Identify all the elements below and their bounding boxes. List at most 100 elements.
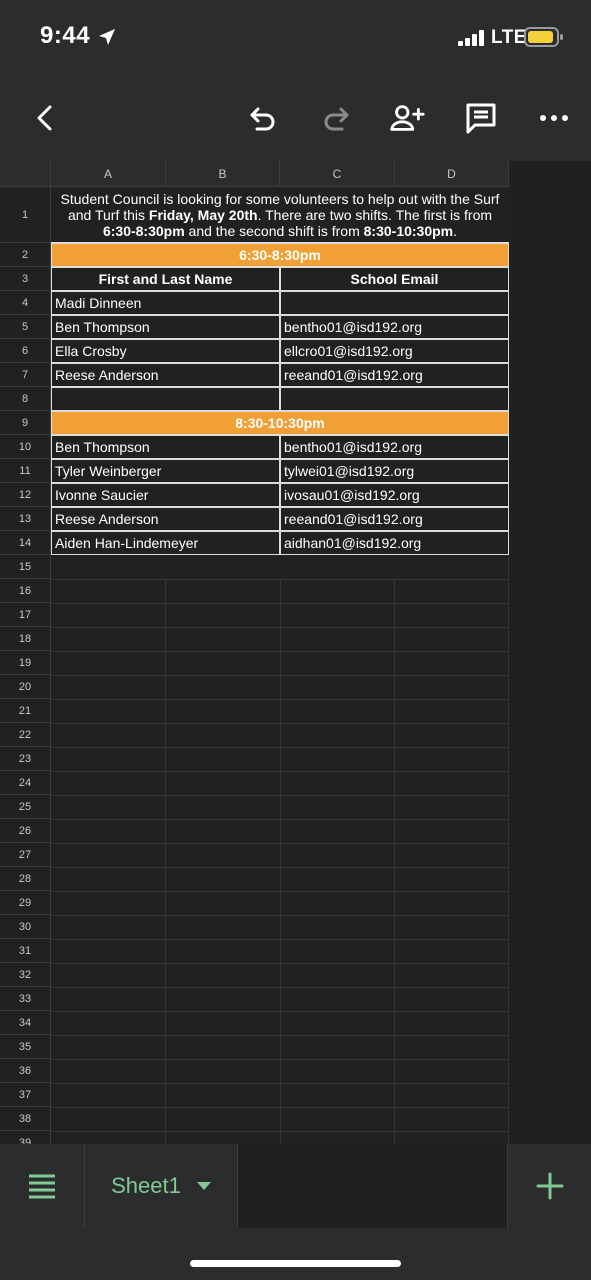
volunteer-name-cell[interactable]: Ella Crosby [51, 339, 280, 363]
volunteer-name-cell[interactable]: Madi Dinneen [51, 291, 280, 315]
column-header-d[interactable]: D [395, 161, 509, 187]
row-header[interactable]: 10 [0, 435, 51, 459]
status-bar: 9:44 LTE [0, 0, 591, 76]
row-header[interactable]: 2 [0, 243, 51, 267]
row-header[interactable]: 24 [0, 771, 51, 795]
row-header[interactable]: 32 [0, 963, 51, 987]
row-header[interactable]: 3 [0, 267, 51, 291]
volunteer-email-cell[interactable]: reeand01@isd192.org [280, 363, 509, 387]
row-header[interactable]: 36 [0, 1059, 51, 1083]
row-header[interactable]: 1 [0, 187, 51, 243]
intro-shift-one: 6:30-8:30pm [102, 223, 185, 239]
row-header[interactable]: 35 [0, 1035, 51, 1059]
column-header-a[interactable]: A [51, 161, 166, 187]
email-column-header[interactable]: School Email [280, 267, 509, 291]
network-type: LTE [491, 27, 527, 48]
volunteer-email-cell[interactable]: ellcro01@isd192.org [280, 339, 509, 363]
row-header[interactable]: 18 [0, 627, 51, 651]
row-header[interactable]: 11 [0, 459, 51, 483]
row-header[interactable]: 21 [0, 699, 51, 723]
home-indicator[interactable] [190, 1260, 401, 1267]
volunteer-name-cell[interactable]: Aiden Han-Lindemeyer [51, 531, 280, 555]
intro-text: . [453, 223, 458, 239]
row-header[interactable]: 4 [0, 291, 51, 315]
volunteer-name-cell[interactable]: Ivonne Saucier [51, 483, 280, 507]
row-header[interactable]: 5 [0, 315, 51, 339]
volunteer-name-cell[interactable] [51, 387, 280, 411]
comment-icon[interactable] [463, 100, 499, 136]
sheet-list-icon[interactable] [0, 1144, 85, 1228]
cell-area[interactable]: Student Council is looking for some volu… [51, 187, 509, 1144]
status-time: 9:44 [40, 22, 91, 49]
volunteer-email-cell[interactable]: reeand01@isd192.org [280, 507, 509, 531]
volunteer-name-cell[interactable]: Reese Anderson [51, 363, 280, 387]
undo-icon[interactable] [245, 100, 281, 136]
volunteer-name-cell[interactable]: Reese Anderson [51, 507, 280, 531]
volunteer-email-cell[interactable]: aidhan01@isd192.org [280, 531, 509, 555]
row-header[interactable]: 9 [0, 411, 51, 435]
row-header[interactable]: 7 [0, 363, 51, 387]
volunteer-email-cell[interactable]: tylwei01@isd192.org [280, 459, 509, 483]
row-header[interactable]: 22 [0, 723, 51, 747]
row-header[interactable]: 30 [0, 915, 51, 939]
row-header[interactable]: 8 [0, 387, 51, 411]
row-header[interactable]: 6 [0, 339, 51, 363]
volunteer-email-cell[interactable] [280, 291, 509, 315]
more-horizontal-icon[interactable] [536, 100, 572, 136]
column-header-b[interactable]: B [166, 161, 280, 187]
row-header[interactable]: 28 [0, 867, 51, 891]
row-header[interactable]: 16 [0, 579, 51, 603]
row-header[interactable]: 33 [0, 987, 51, 1011]
column-header-bar: A B C D [0, 161, 509, 187]
row-header[interactable]: 25 [0, 795, 51, 819]
intro-date: Friday, May 20th [148, 207, 258, 223]
caret-down-icon[interactable] [196, 1182, 211, 1190]
row-header[interactable]: 26 [0, 819, 51, 843]
plus-icon[interactable] [507, 1144, 591, 1228]
row-header[interactable]: 39 [0, 1131, 51, 1144]
battery-icon [524, 27, 563, 47]
sheet-tab-bar: Sheet1 [0, 1144, 591, 1228]
intro-text: and the second shift is from [184, 223, 364, 239]
sheet-toolbar [0, 76, 591, 160]
sheet-tab-sheet1[interactable]: Sheet1 [85, 1144, 238, 1228]
sheet-tab-label: Sheet1 [111, 1173, 181, 1198]
row-header[interactable]: 23 [0, 747, 51, 771]
row-header[interactable]: 38 [0, 1107, 51, 1131]
intro-cell[interactable]: Student Council is looking for some volu… [51, 187, 509, 243]
cellular-signal-icon [458, 30, 484, 46]
shift-one-header[interactable]: 6:30-8:30pm [51, 243, 509, 267]
row-header[interactable]: 34 [0, 1011, 51, 1035]
intro-shift-two: 8:30-10:30pm [363, 223, 454, 239]
row-header[interactable]: 13 [0, 507, 51, 531]
row-header[interactable]: 12 [0, 483, 51, 507]
row-header[interactable]: 29 [0, 891, 51, 915]
row-header[interactable]: 15 [0, 555, 51, 579]
row-header[interactable]: 14 [0, 531, 51, 555]
shift-two-header[interactable]: 8:30-10:30pm [51, 411, 509, 435]
redo-icon[interactable] [318, 100, 354, 136]
row-header[interactable]: 37 [0, 1083, 51, 1107]
volunteer-name-cell[interactable]: Ben Thompson [51, 435, 280, 459]
select-all-corner[interactable] [0, 161, 51, 187]
volunteer-name-cell[interactable]: Tyler Weinberger [51, 459, 280, 483]
row-header[interactable]: 27 [0, 843, 51, 867]
spreadsheet-grid[interactable]: A B C D 1 2 3 4 5 6 7 8 9 10 11 12 13 14… [0, 161, 509, 1144]
tab-strip-empty [238, 1144, 507, 1228]
volunteer-name-cell[interactable]: Ben Thompson [51, 315, 280, 339]
volunteer-email-cell[interactable] [280, 387, 509, 411]
row-header[interactable]: 20 [0, 675, 51, 699]
row-header[interactable]: 19 [0, 651, 51, 675]
row-header[interactable]: 31 [0, 939, 51, 963]
column-header-c[interactable]: C [280, 161, 395, 187]
name-column-header[interactable]: First and Last Name [51, 267, 280, 291]
chevron-left-icon[interactable] [27, 100, 63, 136]
location-arrow-icon [99, 29, 115, 45]
volunteer-email-cell[interactable]: bentho01@isd192.org [280, 435, 509, 459]
row-header[interactable]: 17 [0, 603, 51, 627]
add-person-icon[interactable] [389, 100, 425, 136]
intro-text: . There are two shifts. The first is fro… [257, 207, 493, 223]
volunteer-email-cell[interactable]: ivosau01@isd192.org [280, 483, 509, 507]
home-indicator-area [0, 1228, 591, 1280]
volunteer-email-cell[interactable]: bentho01@isd192.org [280, 315, 509, 339]
